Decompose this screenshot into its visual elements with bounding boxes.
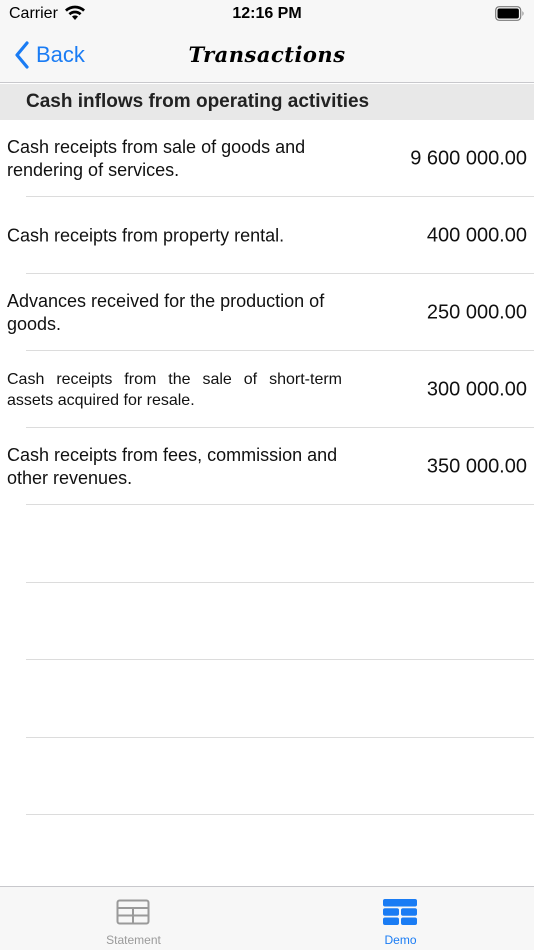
section-header: Cash inflows from operating activities — [0, 84, 534, 120]
status-bar: Carrier 12:16 PM — [0, 0, 534, 30]
table-row[interactable]: Cash receipts from property rental. 400 … — [0, 197, 534, 274]
tab-demo[interactable]: Demo — [267, 887, 534, 950]
row-divider — [26, 737, 534, 738]
table-row[interactable]: Cash receipts from the sale of short-ter… — [0, 351, 534, 428]
table-row[interactable]: Cash receipts from fees, commission and … — [0, 428, 534, 505]
battery-icon — [495, 6, 524, 21]
row-divider — [26, 582, 534, 583]
row-value: 250 000.00 — [426, 301, 527, 323]
row-divider — [26, 659, 534, 660]
section-header-label: Cash inflows from operating activities — [26, 91, 370, 112]
row-value: 9 600 000.00 — [410, 147, 527, 169]
table-row[interactable]: Advances received for the production of … — [0, 274, 534, 351]
table-row[interactable]: Cash receipts from sale of goods and ren… — [0, 120, 534, 197]
row-label: Cash receipts from fees, commission and … — [7, 444, 338, 488]
tab-statement[interactable]: Statement — [0, 887, 267, 950]
tab-bar: Statement Demo — [0, 886, 534, 950]
row-value: 300 000.00 — [426, 378, 527, 400]
transactions-screen: Carrier 12:16 PM Back Transactions Cash … — [0, 0, 534, 950]
row-value: 400 000.00 — [426, 224, 527, 246]
row-divider — [26, 504, 534, 505]
tab-statement-label: Statement — [106, 933, 161, 947]
list-blocks-icon — [383, 899, 417, 925]
table-grid-icon — [116, 899, 150, 925]
page-title: Transactions — [188, 42, 346, 67]
row-value: 350 000.00 — [426, 455, 527, 477]
navigation-bar: Back Transactions — [0, 30, 534, 83]
tab-demo-label: Demo — [384, 933, 417, 947]
status-time: 12:16 PM — [232, 5, 302, 22]
row-label: Cash receipts from property rental. — [7, 225, 285, 245]
row-label: Cash receipts from sale of goods and ren… — [7, 136, 306, 180]
row-label: Cash receipts from the sale of short-ter… — [7, 370, 342, 409]
row-label: Advances received for the production of … — [7, 290, 325, 334]
row-divider — [26, 814, 534, 815]
